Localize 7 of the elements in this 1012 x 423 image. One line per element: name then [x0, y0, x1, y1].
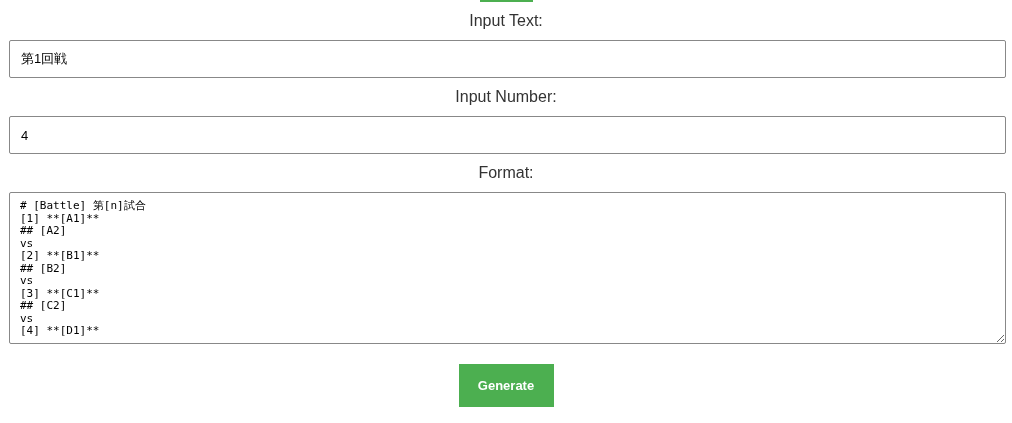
format-textarea[interactable]: # [Battle] 第[n]試合 [1] **[A1]** ## [A2] vs [2] **[B1]** ## [B2] vs [3] **[C1]** ## [C2] vs [4] **[D1]** [9, 192, 1006, 344]
field-label: Input Number: [455, 87, 557, 107]
button-edge [479, 0, 533, 2]
text-field[interactable]: 第1回戦 [9, 40, 1006, 78]
text-field[interactable]: 4 [9, 116, 1006, 154]
field-label: Input Text: [469, 11, 543, 31]
field-label: Format: [478, 163, 534, 183]
